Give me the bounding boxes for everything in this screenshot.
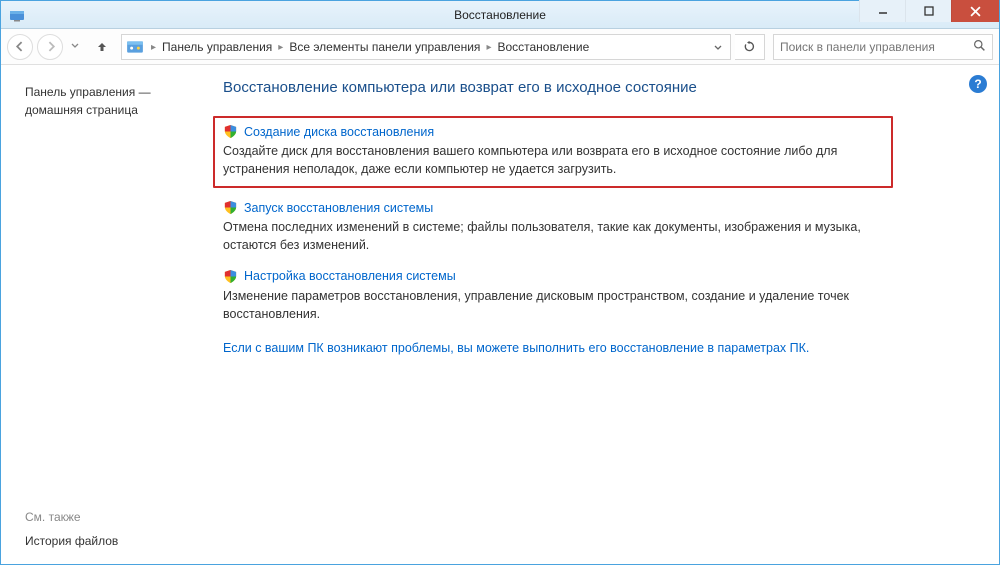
uac-shield-icon [223, 269, 238, 284]
refresh-button[interactable] [735, 34, 765, 60]
breadcrumb-item[interactable]: Панель управления [161, 40, 273, 54]
create-recovery-drive-link[interactable]: Создание диска восстановления [244, 125, 434, 139]
control-panel-icon [126, 38, 144, 56]
back-button[interactable] [7, 34, 33, 60]
option-create-recovery-drive: Создание диска восстановления Создайте д… [213, 116, 893, 188]
help-icon[interactable]: ? [969, 75, 987, 93]
uac-shield-icon [223, 200, 238, 215]
minimize-button[interactable] [859, 0, 905, 22]
content-area: Панель управления — домашняя страница См… [1, 65, 999, 564]
maximize-button[interactable] [905, 0, 951, 22]
breadcrumb-separator[interactable]: ▸ [481, 42, 496, 53]
forward-button[interactable] [37, 34, 63, 60]
system-restore-link[interactable]: Запуск восстановления системы [244, 201, 433, 215]
breadcrumb-separator[interactable]: ▸ [146, 42, 161, 53]
configure-restore-link[interactable]: Настройка восстановления системы [244, 269, 456, 283]
breadcrumb-separator[interactable]: ▸ [273, 42, 288, 53]
sidebar-see-also: См. также История файлов [25, 510, 118, 548]
search-input[interactable] [780, 40, 973, 54]
sidebar: Панель управления — домашняя страница См… [1, 65, 221, 564]
see-also-label: См. также [25, 510, 118, 524]
control-panel-home-link[interactable]: Панель управления — домашняя страница [25, 83, 211, 119]
pc-settings-recovery-link[interactable]: Если с вашим ПК возникают проблемы, вы м… [223, 341, 959, 355]
close-button[interactable] [951, 0, 999, 22]
option-description: Отмена последних изменений в системе; фа… [223, 218, 903, 254]
option-description: Изменение параметров восстановления, упр… [223, 287, 903, 323]
up-button[interactable] [91, 36, 113, 58]
main-panel: ? Восстановление компьютера или возврат … [221, 65, 999, 564]
address-dropdown-icon[interactable] [714, 40, 722, 54]
address-bar[interactable]: ▸ Панель управления ▸ Все элементы панел… [121, 34, 731, 60]
navigation-bar: ▸ Панель управления ▸ Все элементы панел… [1, 29, 999, 65]
option-configure-restore: Настройка восстановления системы Изменен… [223, 269, 903, 323]
window-titlebar: Восстановление [1, 1, 999, 29]
breadcrumb-item[interactable]: Восстановление [496, 40, 590, 54]
window-title: Восстановление [454, 8, 546, 22]
window-controls [859, 1, 999, 28]
search-icon[interactable] [973, 39, 986, 55]
page-title: Восстановление компьютера или возврат ег… [223, 79, 959, 96]
search-box[interactable] [773, 34, 993, 60]
recent-locations-dropdown[interactable] [67, 41, 83, 52]
option-description: Создайте диск для восстановления вашего … [223, 142, 883, 178]
breadcrumb-item[interactable]: Все элементы панели управления [288, 40, 481, 54]
file-history-link[interactable]: История файлов [25, 534, 118, 548]
option-system-restore: Запуск восстановления системы Отмена пос… [223, 200, 903, 254]
app-icon [9, 7, 25, 23]
uac-shield-icon [223, 124, 238, 139]
